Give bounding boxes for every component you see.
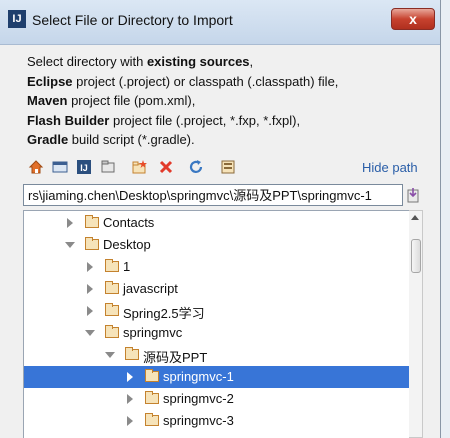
title-bar[interactable]: IJ Select File or Directory to Import x	[0, 0, 440, 45]
tree-row-label: javascript	[123, 281, 178, 296]
hide-path-link[interactable]: Hide path	[362, 160, 418, 175]
refresh-icon[interactable]	[188, 159, 204, 175]
desc-line3-post: project file (pom.xml),	[67, 93, 196, 108]
tree-row[interactable]: Spring2.5学习	[24, 300, 410, 322]
tree-row-label: Contacts	[103, 215, 155, 230]
expand-right-arrow-icon[interactable]	[125, 366, 135, 388]
delete-icon[interactable]	[158, 159, 174, 175]
desktop-icon[interactable]	[52, 159, 68, 175]
tree-row[interactable]: springmvc-3	[24, 410, 410, 432]
folder-icon	[145, 391, 159, 404]
desc-line5-bold: Gradle	[27, 132, 69, 147]
tree-row[interactable]: springmvc-2	[24, 388, 410, 410]
tree-row[interactable]: 1	[24, 256, 410, 278]
tree-row-label: springmvc-1	[163, 369, 234, 384]
folder-icon	[85, 215, 99, 228]
tree-row[interactable]: javascript	[24, 278, 410, 300]
desc-line2-bold: Eclipse	[27, 73, 73, 89]
expand-down-arrow-icon[interactable]	[105, 344, 115, 366]
svg-text:IJ: IJ	[80, 163, 88, 173]
description-text: Select directory with existing sources, …	[27, 52, 427, 150]
show-hidden-icon[interactable]	[220, 159, 236, 175]
tree-row-label: Spring2.5学习	[123, 306, 205, 321]
import-dialog: IJ Select File or Directory to Import x …	[0, 0, 441, 438]
expand-right-arrow-icon[interactable]	[125, 388, 135, 410]
folder-icon	[105, 259, 119, 272]
tree-row[interactable]: springmvc-1	[24, 366, 410, 388]
folder-icon	[125, 347, 139, 360]
desc-line4-post: project file (.project, *.fxp, *.fxpl),	[109, 112, 301, 128]
folder-icon	[105, 325, 119, 338]
new-folder-icon[interactable]	[132, 159, 148, 175]
folder-icon	[105, 281, 119, 294]
close-button[interactable]: x	[391, 8, 435, 30]
tree-scrollbar[interactable]	[409, 210, 423, 438]
desc-line2-post: project (.project) or classpath (.classp…	[72, 73, 339, 89]
module-icon[interactable]	[100, 159, 116, 175]
tree-row-label: Desktop	[103, 237, 151, 252]
desc-line4-bold: Flash Builder	[27, 112, 110, 128]
desc-line1-post: ,	[249, 54, 254, 69]
expand-right-arrow-icon[interactable]	[85, 256, 95, 278]
scroll-up-arrow-icon[interactable]	[411, 215, 419, 220]
tree-row-label: springmvc	[123, 325, 183, 340]
path-field[interactable]: rs\jiaming.chen\Desktop\springmvc\源码及PPT…	[23, 184, 403, 206]
project-icon[interactable]: IJ	[76, 159, 92, 175]
folder-icon	[145, 413, 159, 426]
expand-down-arrow-icon[interactable]	[65, 234, 75, 256]
desc-line5-post: build script (*.gradle).	[68, 132, 195, 147]
expand-right-arrow-icon[interactable]	[65, 212, 75, 234]
home-icon[interactable]	[28, 159, 44, 175]
folder-icon	[105, 303, 119, 316]
tree-row[interactable]: 源码及PPT	[24, 344, 410, 366]
desc-line3-bold: Maven	[27, 93, 68, 108]
expand-right-arrow-icon[interactable]	[85, 300, 95, 322]
expand-right-arrow-icon[interactable]	[85, 278, 95, 300]
scroll-thumb[interactable]	[411, 239, 421, 273]
folder-icon	[145, 369, 159, 382]
expand-down-arrow-icon[interactable]	[85, 322, 95, 344]
intellij-app-icon: IJ	[8, 10, 26, 28]
tree-row[interactable]: Contacts	[24, 212, 410, 234]
dialog-title: Select File or Directory to Import	[32, 12, 233, 28]
desc-line1-pre: Select directory with	[27, 54, 147, 69]
expand-right-arrow-icon[interactable]	[125, 410, 135, 432]
desc-line1-bold: existing sources	[146, 54, 250, 69]
folder-icon	[85, 237, 99, 250]
browse-icon[interactable]	[407, 187, 419, 203]
tree-row-label: 1	[123, 259, 131, 274]
tree-row-label: springmvc-3	[163, 413, 234, 428]
directory-tree[interactable]: Contacts Desktop 1 javascript Spring2.5学习 spr…	[23, 210, 411, 438]
tree-row[interactable]: springmvc	[24, 322, 410, 344]
tree-row-label: 源码及PPT	[143, 350, 208, 365]
tree-row-label: springmvc-2	[163, 391, 234, 406]
tree-row[interactable]: Desktop	[24, 234, 410, 256]
